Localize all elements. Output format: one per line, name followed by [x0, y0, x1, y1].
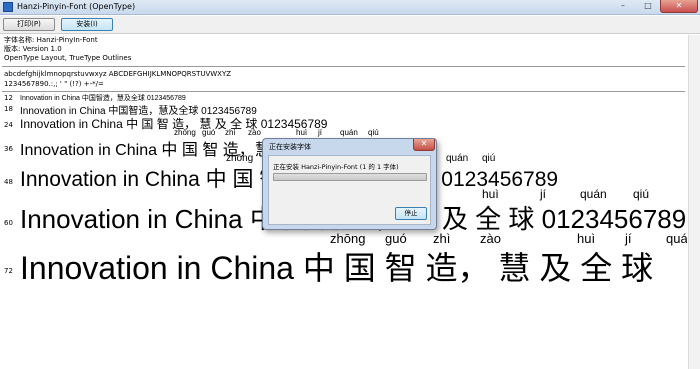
install-button[interactable]: 安装(I) [61, 18, 113, 31]
vertical-scrollbar[interactable] [688, 35, 700, 369]
minimize-button[interactable]: – [610, 0, 636, 13]
close-button[interactable]: ✕ [660, 0, 698, 13]
installing-dialog: 正在安装字体 ✕ 正在安装 Hanzi-Pinyin-Font (1 的 1 字… [262, 138, 437, 230]
dialog-close-button[interactable]: ✕ [413, 139, 435, 151]
print-button[interactable]: 打印(P) [3, 18, 55, 31]
divider [2, 91, 685, 92]
size-label: 24 [4, 121, 13, 129]
progress-fill [274, 174, 426, 180]
toolbar: 打印(P) 安装(I) [0, 16, 700, 34]
size-label: 60 [4, 219, 13, 227]
size-label: 36 [4, 145, 13, 153]
font-version: 版本: Version 1.0 [4, 45, 62, 53]
font-name: 字体名称: Hanzi-PinyIn-Font [4, 36, 98, 44]
stop-button[interactable]: 停止 [395, 207, 427, 220]
dialog-title: 正在安装字体 [269, 143, 311, 151]
charset-digits: 1234567890.:,; ' " (!?) +-*/= [4, 80, 104, 88]
app-icon [3, 2, 13, 12]
pinyin-quan: quán [666, 231, 687, 246]
size-label: 72 [4, 267, 13, 275]
maximize-button[interactable]: □ [636, 0, 660, 13]
dialog-body: 正在安装 Hanzi-Pinyin-Font (1 的 1 字体) 停止 [268, 155, 431, 225]
size-label: 18 [4, 105, 13, 113]
size-label: 12 [4, 94, 13, 102]
sample-text: Innovation in China 中 国 智 造， 慧 及 全 球 [20, 250, 654, 286]
title-bar: Hanzi-Pinyin-Font (OpenType) – □ ✕ [0, 0, 700, 15]
install-progress-bar [273, 173, 427, 181]
size-label: 48 [4, 178, 13, 186]
font-technology: OpenType Layout, TrueType Outlines [4, 54, 132, 62]
divider [2, 66, 685, 67]
charset-letters: abcdefghijklmnopqrstuvwxyz ABCDEFGHIJKLM… [4, 70, 232, 78]
window-title: Hanzi-Pinyin-Font (OpenType) [17, 2, 136, 11]
install-status-text: 正在安装 Hanzi-Pinyin-Font (1 的 1 字体) [273, 163, 399, 171]
